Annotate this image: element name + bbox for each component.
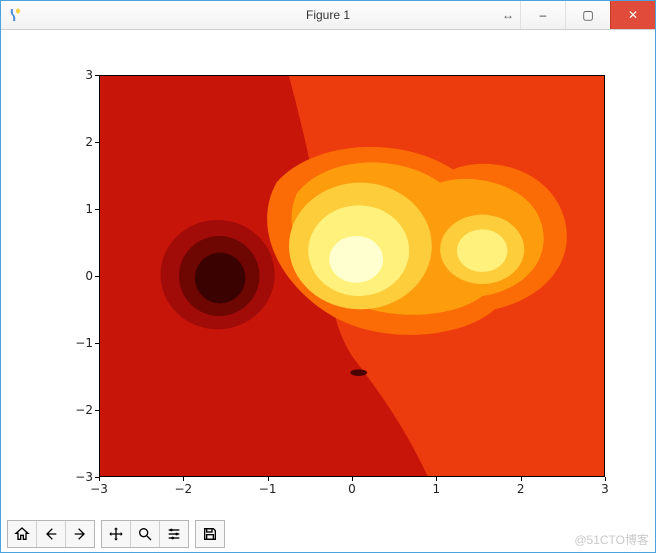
pan-button[interactable] <box>102 521 131 547</box>
y-tick-label: −2 <box>57 403 93 417</box>
x-tick-label: −1 <box>259 482 277 496</box>
sliders-icon <box>166 526 182 542</box>
y-tick-mark <box>95 343 99 344</box>
x-tick-mark <box>99 477 100 481</box>
matplotlib-toolbar <box>7 520 225 548</box>
y-tick-mark <box>95 209 99 210</box>
minimize-icon: – <box>540 8 547 22</box>
y-tick-mark <box>95 142 99 143</box>
window-controls: ↔ – ▢ ✕ <box>496 1 655 29</box>
figure-canvas[interactable]: −3 −2 −1 0 1 2 3 −3 −2 −1 0 1 2 3 <box>1 30 655 516</box>
x-tick-label: −2 <box>174 482 192 496</box>
y-tick-mark <box>95 477 99 478</box>
content-area: −3 −2 −1 0 1 2 3 −3 −2 −1 0 1 2 3 <box>1 30 655 552</box>
x-tick-label: 0 <box>348 482 356 496</box>
x-tick-label: −3 <box>90 482 108 496</box>
y-tick-label: −3 <box>57 470 93 484</box>
move-icon <box>108 526 124 542</box>
back-button[interactable] <box>37 521 66 547</box>
x-tick-mark <box>436 477 437 481</box>
y-tick-label: 0 <box>57 269 93 283</box>
minimize-button[interactable]: – <box>520 1 565 29</box>
x-tick-label: 2 <box>517 482 525 496</box>
arrow-right-icon <box>72 526 88 542</box>
y-tick-label: −1 <box>57 336 93 350</box>
x-tick-mark <box>605 477 606 481</box>
y-tick-label: 1 <box>57 202 93 216</box>
x-tick-mark <box>183 477 184 481</box>
toolbar-group-nav <box>7 520 95 548</box>
plot-axes <box>99 75 605 477</box>
y-tick-mark <box>95 75 99 76</box>
window-root: Figure 1 ↔ – ▢ ✕ <box>0 0 656 553</box>
x-tick-mark <box>521 477 522 481</box>
y-tick-label: 2 <box>57 135 93 149</box>
zoom-button[interactable] <box>131 521 160 547</box>
titlebar: Figure 1 ↔ – ▢ ✕ <box>1 1 655 30</box>
toolbar-group-view <box>101 520 189 548</box>
contour-plot <box>100 76 604 476</box>
home-button[interactable] <box>8 521 37 547</box>
y-tick-mark <box>95 410 99 411</box>
resize-grip-icon[interactable]: ↔ <box>496 1 520 29</box>
close-button[interactable]: ✕ <box>610 1 655 29</box>
x-tick-mark <box>268 477 269 481</box>
y-tick-label: 3 <box>57 68 93 82</box>
x-tick-label: 3 <box>601 482 609 496</box>
arrow-left-icon <box>43 526 59 542</box>
forward-button[interactable] <box>66 521 94 547</box>
y-tick-mark <box>95 276 99 277</box>
x-tick-label: 1 <box>433 482 441 496</box>
configure-button[interactable] <box>160 521 188 547</box>
maximize-icon: ▢ <box>582 8 593 22</box>
zoom-icon <box>137 526 153 542</box>
app-icon <box>7 7 23 23</box>
x-tick-mark <box>352 477 353 481</box>
toolbar-group-save <box>195 520 225 548</box>
maximize-button[interactable]: ▢ <box>565 1 610 29</box>
save-icon <box>202 526 218 542</box>
home-icon <box>14 526 30 542</box>
close-icon: ✕ <box>628 8 638 22</box>
watermark-text: @51CTO博客 <box>574 531 649 548</box>
save-button[interactable] <box>196 521 224 547</box>
